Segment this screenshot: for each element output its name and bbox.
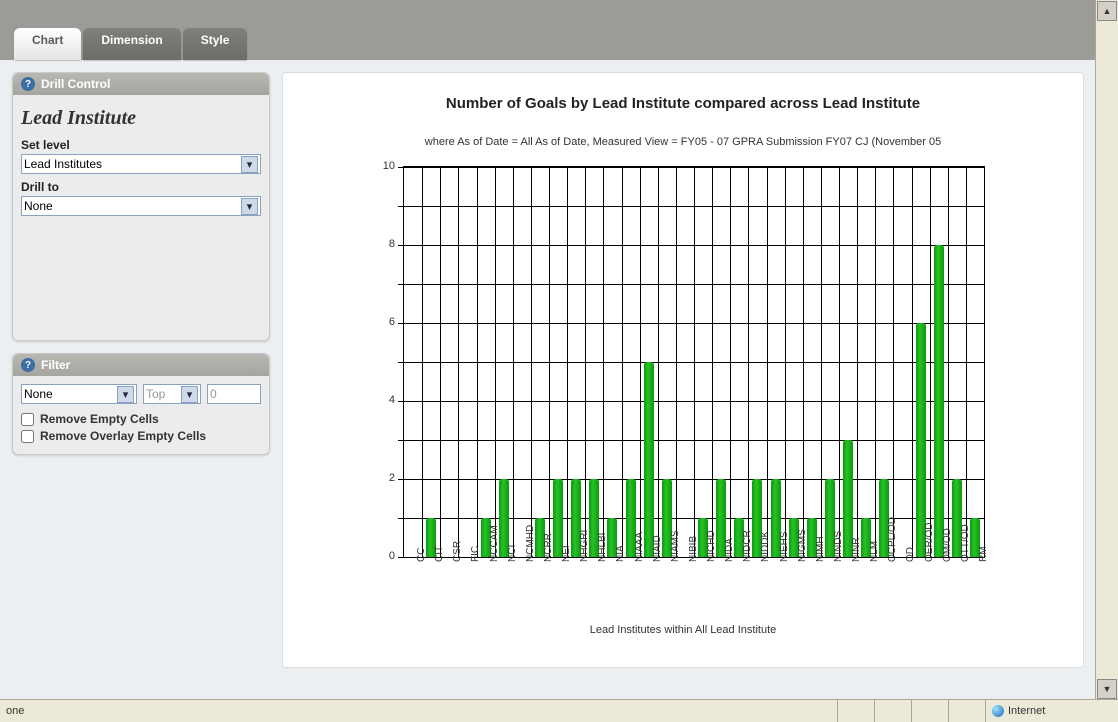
y-tick-label: 10	[383, 160, 395, 172]
x-tick-label: NIDDK	[760, 531, 771, 562]
x-tick-label: NIA	[615, 545, 626, 562]
filter-count-input[interactable]	[207, 384, 261, 404]
x-tick-label: OD	[905, 547, 916, 562]
x-tick-label: NIMH	[815, 536, 826, 562]
remove-empty-checkbox-row[interactable]: Remove Empty Cells	[21, 412, 261, 426]
drill-heading: Lead Institute	[21, 107, 261, 130]
chart-bar[interactable]	[644, 362, 654, 557]
help-icon[interactable]: ?	[21, 77, 35, 91]
x-tick-label: OCPL/OD	[887, 517, 898, 562]
x-tick-label: OTT/OD	[960, 524, 971, 562]
help-icon[interactable]: ?	[21, 358, 35, 372]
x-tick-label: NIDA	[724, 538, 735, 562]
sidebar: ? Drill Control Lead Institute Set level…	[12, 72, 270, 668]
x-tick-label: NIEHS	[779, 531, 790, 562]
chart-plot	[403, 166, 985, 558]
status-bar: one Internet	[0, 699, 1118, 722]
x-tick-label: NEI	[561, 545, 572, 562]
status-left: one	[0, 700, 56, 722]
filter-direction-select[interactable]	[143, 384, 201, 404]
x-tick-label: OER/OD	[924, 523, 935, 562]
panel-title: Drill Control	[41, 77, 110, 91]
scroll-up-icon[interactable]: ▲	[1097, 1, 1117, 21]
x-tick-label: CIT	[434, 546, 445, 562]
x-tick-label: NHLBI	[597, 533, 608, 562]
x-tick-label: NHGRI	[579, 530, 590, 562]
drill-to-select[interactable]	[21, 196, 261, 216]
workspace: ? Drill Control Lead Institute Set level…	[0, 60, 1096, 680]
checkbox-label: Remove Overlay Empty Cells	[40, 429, 206, 443]
y-tick-label: 8	[389, 238, 395, 250]
x-tick-label: NIBIB	[688, 536, 699, 562]
remove-overlay-checkbox-row[interactable]: Remove Overlay Empty Cells	[21, 429, 261, 443]
x-tick-label: NIAAA	[634, 532, 645, 562]
x-tick-label: NIAID	[652, 535, 663, 562]
set-level-select[interactable]	[21, 154, 261, 174]
drill-to-label: Drill to	[21, 180, 261, 194]
tab-style[interactable]: Style	[183, 28, 248, 60]
y-tick-label: 6	[389, 316, 395, 328]
x-tick-label: NIDCR	[742, 530, 753, 562]
drill-control-panel: ? Drill Control Lead Institute Set level…	[12, 72, 270, 341]
y-tick-label: 0	[389, 550, 395, 562]
y-tick-label: 2	[389, 472, 395, 484]
checkbox-label: Remove Empty Cells	[40, 412, 159, 426]
x-tick-label: NLM	[869, 541, 880, 562]
chart-bar[interactable]	[934, 245, 944, 557]
set-level-label: Set level	[21, 138, 261, 152]
panel-header: ? Drill Control	[13, 73, 269, 95]
x-tick-label: CSR	[452, 541, 463, 562]
x-tick-label: NCMHD	[525, 525, 536, 562]
x-tick-label: NCCAM	[489, 525, 500, 562]
x-tick-label: NINR	[851, 538, 862, 562]
scroll-down-icon[interactable]: ▼	[1097, 679, 1117, 699]
x-tick-label: NIGMS	[797, 529, 808, 562]
y-tick-label: 4	[389, 394, 395, 406]
x-tick-label: OM/OD	[942, 528, 953, 562]
x-tick-label: CC	[416, 548, 427, 562]
x-tick-label: NICHD	[706, 530, 717, 562]
chart-title: Number of Goals by Lead Institute compar…	[446, 95, 920, 112]
chart-subtitle: where As of Date = All As of Date, Measu…	[425, 136, 941, 148]
x-tick-label: NINDS	[833, 531, 844, 562]
chart-area: Number of Goals by Lead Institute compar…	[282, 72, 1084, 668]
tab-dimension[interactable]: Dimension	[83, 28, 180, 60]
globe-icon	[992, 705, 1004, 717]
app-frame: Chart Dimension Style ? Drill Control Le…	[0, 0, 1097, 701]
panel-title: Filter	[41, 358, 70, 372]
remove-empty-checkbox[interactable]	[21, 413, 34, 426]
status-zone: Internet	[985, 700, 1118, 722]
panel-header: ? Filter	[13, 354, 269, 376]
plot-wrap: 0246810 CCCITCSRFICNCCAMNCINCMHDNCRRNEIN…	[383, 166, 983, 636]
remove-overlay-checkbox[interactable]	[21, 430, 34, 443]
x-tick-label: NCI	[507, 545, 518, 562]
tab-chart[interactable]: Chart	[14, 28, 81, 60]
tab-bar: Chart Dimension Style	[0, 0, 1096, 60]
x-tick-label: NIAMS	[670, 530, 681, 562]
vertical-scrollbar[interactable]: ▲ ▼	[1095, 0, 1118, 700]
x-tick-label: RM	[978, 546, 989, 562]
filter-scope-select[interactable]	[21, 384, 137, 404]
x-axis-title: Lead Institutes within All Lead Institut…	[383, 624, 983, 636]
filter-panel: ? Filter Remove Emp	[12, 353, 270, 455]
x-tick-label: NCRR	[543, 533, 554, 562]
x-tick-label: FIC	[470, 546, 481, 562]
